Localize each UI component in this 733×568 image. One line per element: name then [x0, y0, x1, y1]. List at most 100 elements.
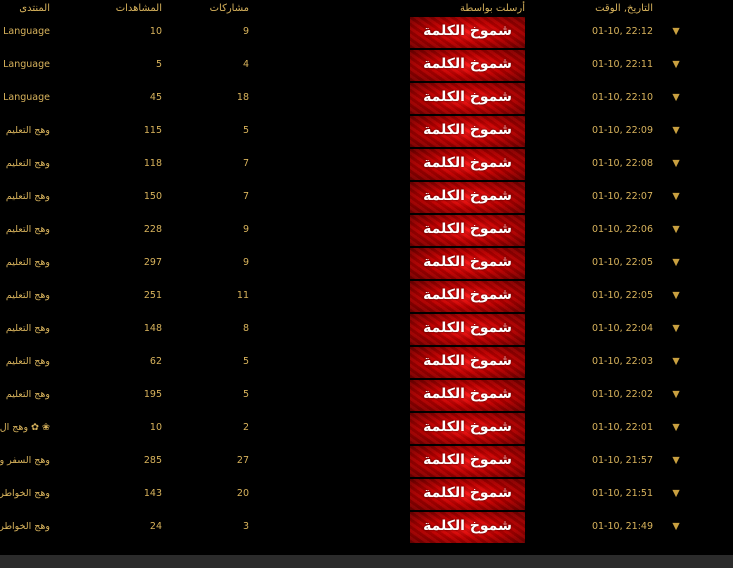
sender-banner[interactable]: شموخ الكلمة — [410, 380, 525, 411]
sender-name: شموخ الكلمة — [423, 320, 512, 336]
row-forum-link[interactable]: وهج التعليم — [0, 323, 50, 334]
dropdown-arrow-icon[interactable]: ▼ — [670, 191, 682, 202]
table-row[interactable]: ▼ 01-10, 22:04 شموخ الكلمة 8 148 وهج الت… — [0, 313, 733, 346]
sender-banner[interactable]: شموخ الكلمة — [410, 347, 525, 378]
row-views: 143 — [143, 488, 162, 499]
row-posts: 7 — [242, 191, 249, 202]
dropdown-arrow-icon[interactable]: ▼ — [670, 389, 682, 400]
dropdown-arrow-icon[interactable]: ▼ — [670, 422, 682, 433]
row-views: 150 — [143, 191, 162, 202]
header-posts: مشاركات — [209, 3, 249, 14]
sender-banner[interactable]: شموخ الكلمة — [410, 314, 525, 345]
sender-name: شموخ الكلمة — [423, 122, 512, 138]
dropdown-arrow-icon[interactable]: ▼ — [670, 455, 682, 466]
table-row[interactable]: ▼ 01-10, 21:51 شموخ الكلمة 20 143 وهج ال… — [0, 478, 733, 511]
sender-banner[interactable]: شموخ الكلمة — [410, 479, 525, 510]
row-posts: 7 — [242, 158, 249, 169]
row-forum-link[interactable]: وهج التعليم — [0, 191, 50, 202]
table-row[interactable]: ▼ 01-10, 21:49 شموخ الكلمة 3 24 وهج الخو… — [0, 511, 733, 544]
row-views: 297 — [143, 257, 162, 268]
dropdown-arrow-icon[interactable]: ▼ — [670, 257, 682, 268]
row-forum-link[interactable]: sh Language — [0, 59, 50, 70]
row-forum-link[interactable]: وهج السفر و — [0, 455, 50, 466]
dropdown-arrow-icon[interactable]: ▼ — [670, 158, 682, 169]
row-forum-link[interactable]: وهج الخواطر — [0, 521, 50, 532]
row-forum-link[interactable]: وهج التعليم — [0, 356, 50, 367]
table-row[interactable]: ▼ 01-10, 22:06 شموخ الكلمة 9 228 وهج الت… — [0, 214, 733, 247]
row-views: 5 — [155, 59, 162, 70]
row-forum-link[interactable]: وهج التعليم — [0, 389, 50, 400]
sender-banner[interactable]: شموخ الكلمة — [410, 50, 525, 81]
sender-name: شموخ الكلمة — [423, 254, 512, 270]
row-posts: 9 — [242, 26, 249, 37]
sender-banner[interactable]: شموخ الكلمة — [410, 248, 525, 279]
row-date: 01-10, 22:12 — [591, 26, 653, 37]
row-forum-link[interactable]: وهج التعليم — [0, 290, 50, 301]
sender-banner[interactable]: شموخ الكلمة — [410, 413, 525, 444]
header-views: المشاهدات — [115, 3, 162, 14]
dropdown-arrow-icon[interactable]: ▼ — [670, 92, 682, 103]
row-views: 62 — [149, 356, 162, 367]
bottom-scroll-bar[interactable] — [0, 555, 733, 568]
row-forum-link[interactable]: وهج التعليم — [0, 257, 50, 268]
row-views: 45 — [149, 92, 162, 103]
row-forum-link[interactable]: وهج الخواطر — [0, 488, 50, 499]
table-row[interactable]: ▼ 01-10, 22:05 شموخ الكلمة 9 297 وهج الت… — [0, 247, 733, 280]
dropdown-arrow-icon[interactable]: ▼ — [670, 125, 682, 136]
row-date: 01-10, 22:05 — [591, 290, 653, 301]
dropdown-arrow-icon[interactable]: ▼ — [670, 488, 682, 499]
sender-banner[interactable]: شموخ الكلمة — [410, 149, 525, 180]
row-views: 10 — [149, 422, 162, 433]
row-forum-link[interactable]: وهج التعليم — [0, 125, 50, 136]
table-row[interactable]: ▼ 01-10, 22:07 شموخ الكلمة 7 150 وهج الت… — [0, 181, 733, 214]
row-forum-link[interactable]: وهج التعليم — [0, 158, 50, 169]
row-views: 285 — [143, 455, 162, 466]
row-date: 01-10, 21:57 — [591, 455, 653, 466]
sender-banner[interactable]: شموخ الكلمة — [410, 116, 525, 147]
sender-banner[interactable]: شموخ الكلمة — [410, 446, 525, 477]
dropdown-arrow-icon[interactable]: ▼ — [670, 26, 682, 37]
row-date: 01-10, 22:11 — [591, 59, 653, 70]
sender-name: شموخ الكلمة — [423, 221, 512, 237]
row-forum-link[interactable]: وهج التعليم — [0, 224, 50, 235]
row-posts: 3 — [242, 521, 249, 532]
table-row[interactable]: ▼ 01-10, 22:08 شموخ الكلمة 7 118 وهج الت… — [0, 148, 733, 181]
table-row[interactable]: ▼ 01-10, 22:05 شموخ الكلمة 11 251 وهج ال… — [0, 280, 733, 313]
dropdown-arrow-icon[interactable]: ▼ — [670, 323, 682, 334]
row-views: 228 — [143, 224, 162, 235]
table-row[interactable]: ▼ 01-10, 21:57 شموخ الكلمة 27 285 وهج ال… — [0, 445, 733, 478]
sender-name: شموخ الكلمة — [423, 419, 512, 435]
table-row[interactable]: ▼ 01-10, 22:03 شموخ الكلمة 5 62 وهج التع… — [0, 346, 733, 379]
sender-banner[interactable]: شموخ الكلمة — [410, 17, 525, 48]
row-date: 01-10, 21:51 — [591, 488, 653, 499]
table-row[interactable]: ▼ 01-10, 22:09 شموخ الكلمة 5 115 وهج الت… — [0, 115, 733, 148]
dropdown-arrow-icon[interactable]: ▼ — [670, 224, 682, 235]
sender-banner[interactable]: شموخ الكلمة — [410, 215, 525, 246]
row-posts: 9 — [242, 224, 249, 235]
row-posts: 5 — [242, 356, 249, 367]
dropdown-arrow-icon[interactable]: ▼ — [670, 356, 682, 367]
posts-list: ▼ 01-10, 22:12 شموخ الكلمة 9 10 sh Langu… — [0, 16, 733, 544]
table-row[interactable]: ▼ 01-10, 22:10 شموخ الكلمة 18 45 sh Lang… — [0, 82, 733, 115]
table-row[interactable]: ▼ 01-10, 22:01 شموخ الكلمة 2 10 ❀ ✿ وهج … — [0, 412, 733, 445]
row-forum-link[interactable]: ❀ ✿ وهج ال — [0, 422, 50, 433]
sender-name: شموخ الكلمة — [423, 287, 512, 303]
dropdown-arrow-icon[interactable]: ▼ — [670, 521, 682, 532]
table-row[interactable]: ▼ 01-10, 22:02 شموخ الكلمة 5 195 وهج الت… — [0, 379, 733, 412]
row-date: 01-10, 22:10 — [591, 92, 653, 103]
sender-banner[interactable]: شموخ الكلمة — [410, 83, 525, 114]
row-date: 01-10, 22:08 — [591, 158, 653, 169]
row-forum-link[interactable]: sh Language — [0, 26, 50, 37]
sender-banner[interactable]: شموخ الكلمة — [410, 281, 525, 312]
row-posts: 18 — [236, 92, 249, 103]
row-views: 251 — [143, 290, 162, 301]
sender-banner[interactable]: شموخ الكلمة — [410, 182, 525, 213]
table-row[interactable]: ▼ 01-10, 22:12 شموخ الكلمة 9 10 sh Langu… — [0, 16, 733, 49]
row-date: 01-10, 22:07 — [591, 191, 653, 202]
dropdown-arrow-icon[interactable]: ▼ — [670, 290, 682, 301]
dropdown-arrow-icon[interactable]: ▼ — [670, 59, 682, 70]
table-row[interactable]: ▼ 01-10, 22:11 شموخ الكلمة 4 5 sh Langua… — [0, 49, 733, 82]
row-date: 01-10, 22:03 — [591, 356, 653, 367]
sender-banner[interactable]: شموخ الكلمة — [410, 512, 525, 543]
row-forum-link[interactable]: sh Language — [0, 92, 50, 103]
